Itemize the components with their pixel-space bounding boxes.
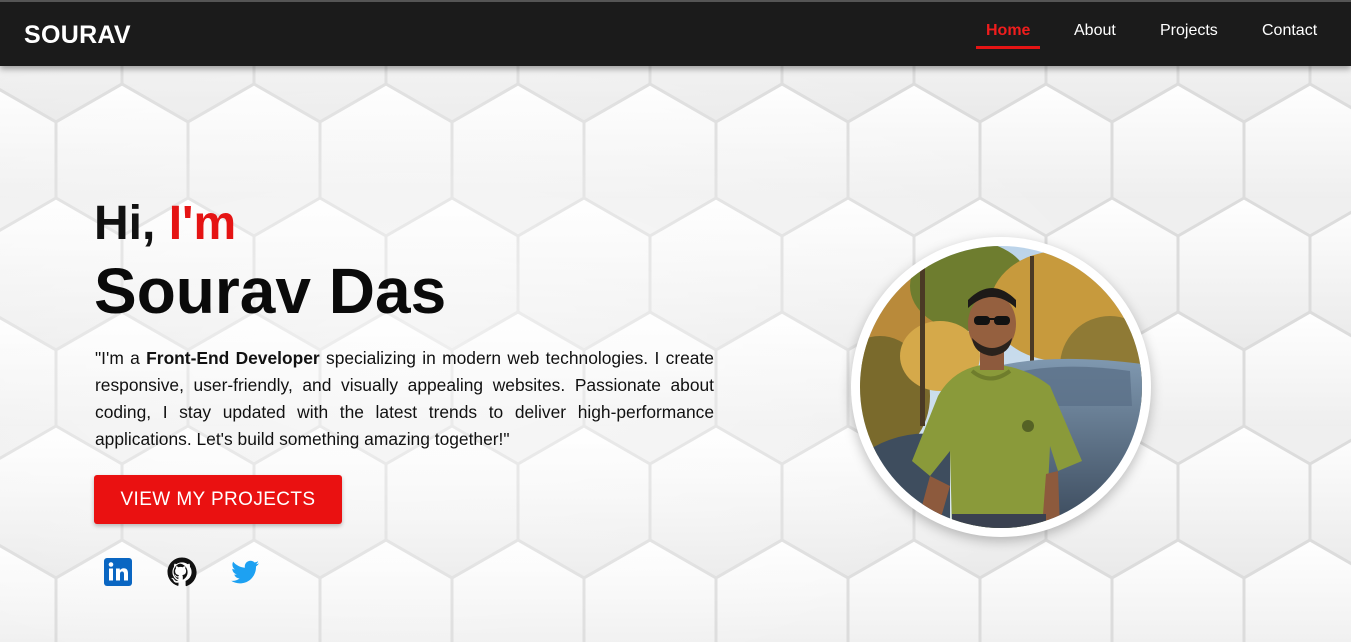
nav-link-home[interactable]: Home <box>986 22 1030 40</box>
greeting-accent: I'm <box>168 197 237 250</box>
bio-open: "I'm a <box>95 348 140 368</box>
hero-name: Sourav Das <box>94 255 447 327</box>
greeting-heading: Hi, I'm <box>94 196 236 251</box>
bio-role: Front-End Developer <box>146 348 320 368</box>
twitter-icon <box>231 560 259 584</box>
greeting-prefix: Hi, <box>94 197 156 250</box>
profile-photo-frame <box>851 237 1151 537</box>
profile-photo-image <box>860 246 1142 528</box>
linkedin-link[interactable] <box>102 556 134 588</box>
brand-logo[interactable]: SOURAV <box>24 21 131 50</box>
twitter-link[interactable] <box>229 556 261 588</box>
view-projects-button[interactable]: VIEW MY PROJECTS <box>94 475 342 524</box>
hero-bio: "I'm a Front-End Developer specializing … <box>95 345 714 453</box>
profile-photo <box>860 246 1142 528</box>
nav-link-contact[interactable]: Contact <box>1262 22 1317 40</box>
nav-link-about[interactable]: About <box>1074 22 1116 40</box>
top-navbar: SOURAV Home About Projects Contact <box>0 0 1351 66</box>
linkedin-icon <box>104 558 132 586</box>
hero-section: Hi, I'm Sourav Das "I'm a Front-End Deve… <box>0 66 1351 642</box>
github-link[interactable] <box>166 556 198 588</box>
nav-link-projects[interactable]: Projects <box>1160 22 1218 40</box>
github-icon <box>167 557 197 587</box>
active-nav-underline <box>976 46 1040 49</box>
